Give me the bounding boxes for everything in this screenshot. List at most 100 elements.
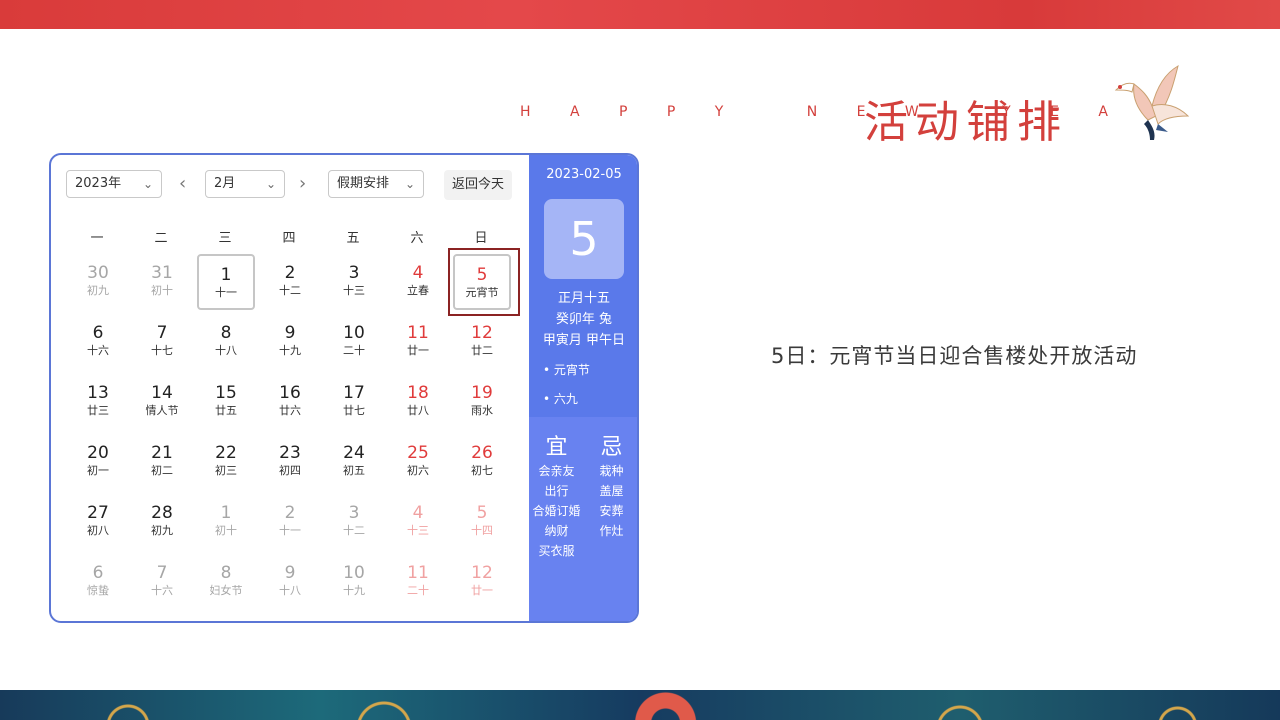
- calendar-day-cell[interactable]: 2 十二: [261, 254, 319, 310]
- calendar-day-cell[interactable]: 5 十四: [453, 494, 511, 550]
- lunar-label: 初一: [87, 464, 109, 477]
- lunar-label: 二十: [407, 584, 429, 597]
- page-title: 活动铺排: [864, 97, 1068, 148]
- calendar-day-cell[interactable]: 11 廿一: [389, 314, 447, 370]
- day-number: 8: [220, 563, 232, 583]
- day-number: 2: [284, 503, 296, 523]
- ji-item: 栽种: [599, 464, 624, 478]
- lunar-label: 初二: [151, 464, 173, 477]
- calendar-day-cell[interactable]: 6 十六: [69, 314, 127, 370]
- calendar-day-cell[interactable]: 12 廿二: [453, 314, 511, 370]
- yi-item: 合婚订婚: [532, 504, 581, 518]
- selected-day-highlight: [448, 248, 520, 316]
- lunar-label: 廿五: [215, 404, 237, 417]
- day-detail-panel: 2023-02-05 5 正月十五 癸卯年 兔 甲寅月 甲午日 • 元宵节 • …: [529, 155, 637, 621]
- detail-date: 2023-02-05: [546, 167, 622, 182]
- calendar-day-cell[interactable]: 23 初四: [261, 434, 319, 490]
- calendar-day-cell[interactable]: 4 立春: [389, 254, 447, 310]
- calendar-day-cell[interactable]: 12 廿一: [453, 554, 511, 610]
- holiday-select[interactable]: 假期安排 ⌄: [328, 170, 424, 198]
- calendar-day-cell[interactable]: 31 初十: [133, 254, 191, 310]
- prev-month-icon[interactable]: ‹: [179, 170, 186, 198]
- day-number: 23: [279, 443, 301, 463]
- next-month-icon[interactable]: ›: [299, 170, 306, 198]
- lunar-label: 廿七: [343, 404, 365, 417]
- calendar-day-cell[interactable]: 15 廿五: [197, 374, 255, 430]
- calendar-day-cell[interactable]: 7 十六: [133, 554, 191, 610]
- day-number: 8: [220, 323, 232, 343]
- day-number: 22: [215, 443, 237, 463]
- lunar-label: 立春: [407, 284, 429, 297]
- year-select[interactable]: 2023年 ⌄: [66, 170, 162, 198]
- lunar-label: 初六: [407, 464, 429, 477]
- lunar-label: 惊蛰: [87, 584, 109, 597]
- calendar-day-cell[interactable]: 17 廿七: [325, 374, 383, 430]
- day-number: 3: [348, 503, 360, 523]
- calendar-day-cell[interactable]: 10 二十: [325, 314, 383, 370]
- calendar-day-cell[interactable]: 7 十七: [133, 314, 191, 370]
- calendar-day-cell[interactable]: 24 初五: [325, 434, 383, 490]
- lunar-label: 十二: [343, 524, 365, 537]
- ji-item: 盖屋: [599, 484, 624, 498]
- calendar-day-cell[interactable]: 10 十九: [325, 554, 383, 610]
- calendar-day-cell[interactable]: 20 初一: [69, 434, 127, 490]
- calendar-day-cell[interactable]: 11 二十: [389, 554, 447, 610]
- calendar-day-cell[interactable]: 30 初九: [69, 254, 127, 310]
- calendar-grid-panel: 2023年 ⌄ ‹ 2月 ⌄ › 假期安排 ⌄ 返回今天 一二三四五六日 30 初…: [51, 155, 529, 621]
- day-number: 16: [279, 383, 301, 403]
- day-number: 25: [407, 443, 429, 463]
- calendar-day-cell[interactable]: 6 惊蛰: [69, 554, 127, 610]
- calendar-day-cell[interactable]: 8 十八: [197, 314, 255, 370]
- lunar-label: 初八: [87, 524, 109, 537]
- day-number: 9: [284, 563, 296, 583]
- day-number: 4: [412, 503, 424, 523]
- calendar-day-cell[interactable]: 1 初十: [197, 494, 255, 550]
- yi-title: 宜: [545, 435, 568, 460]
- calendar-day-cell[interactable]: 2 十一: [261, 494, 319, 550]
- lunar-label: 十九: [343, 584, 365, 597]
- month-select[interactable]: 2月 ⌄: [205, 170, 285, 198]
- calendar-day-cell[interactable]: 26 初七: [453, 434, 511, 490]
- lunar-label: 十一: [279, 524, 301, 537]
- calendar-day-cell[interactable]: 27 初八: [69, 494, 127, 550]
- day-number: 12: [471, 563, 493, 583]
- yi-item: 买衣服: [538, 544, 575, 558]
- lunar-label: 十六: [151, 584, 173, 597]
- lunar-label: 初九: [87, 284, 109, 297]
- calendar-day-cell[interactable]: 21 初二: [133, 434, 191, 490]
- lunar-label: 廿一: [407, 344, 429, 357]
- day-number: 27: [87, 503, 109, 523]
- lunar-label: 十八: [279, 584, 301, 597]
- calendar-day-cell[interactable]: 28 初九: [133, 494, 191, 550]
- lunar-label: 廿二: [471, 344, 493, 357]
- ji-item: 作灶: [599, 524, 624, 538]
- calendar-day-cell[interactable]: 3 十三: [325, 254, 383, 310]
- back-to-today-button[interactable]: 返回今天: [444, 170, 512, 200]
- ji-item: 安葬: [599, 504, 624, 518]
- big-day-number: 5: [544, 199, 624, 279]
- calendar-day-cell[interactable]: 25 初六: [389, 434, 447, 490]
- day-number: 9: [284, 323, 296, 343]
- calendar-day-cell[interactable]: 19 雨水: [453, 374, 511, 430]
- calendar-day-cell[interactable]: 8 妇女节: [197, 554, 255, 610]
- festival-item: • 六九: [543, 392, 578, 406]
- lunar-date: 正月十五: [557, 291, 610, 306]
- calendar-day-cell[interactable]: 4 十三: [389, 494, 447, 550]
- lunar-label: 初七: [471, 464, 493, 477]
- day-number: 7: [156, 323, 168, 343]
- calendar-day-cell[interactable]: 3 十二: [325, 494, 383, 550]
- calendar-day-cell[interactable]: 14 情人节: [133, 374, 191, 430]
- day-number: 21: [151, 443, 173, 463]
- top-red-band: [0, 0, 1280, 29]
- lunar-label: 妇女节: [209, 584, 243, 597]
- ji-title: 忌: [600, 435, 623, 460]
- calendar-day-cell[interactable]: 16 廿六: [261, 374, 319, 430]
- lunar-label: 初三: [215, 464, 237, 477]
- calendar-day-cell[interactable]: 22 初三: [197, 434, 255, 490]
- calendar-day-cell[interactable]: 13 廿三: [69, 374, 127, 430]
- calendar-day-cell[interactable]: 9 十八: [261, 554, 319, 610]
- calendar-day-cell[interactable]: 1 十一: [197, 254, 255, 310]
- calendar-day-cell[interactable]: 9 十九: [261, 314, 319, 370]
- day-number: 7: [156, 563, 168, 583]
- calendar-day-cell[interactable]: 18 廿八: [389, 374, 447, 430]
